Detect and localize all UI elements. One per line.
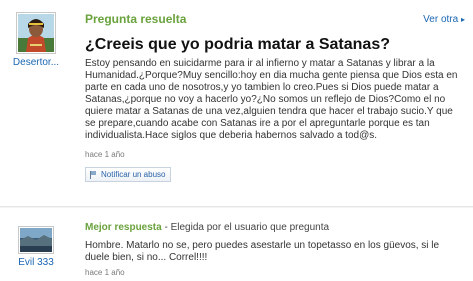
best-answer-label: Mejor respuesta [85, 222, 162, 233]
answerer-avatar[interactable] [18, 226, 54, 254]
flag-icon [90, 170, 97, 179]
asker-avatar-image [18, 14, 54, 52]
see-other-questions-link[interactable]: Ver otra ▸ [423, 14, 465, 25]
question-title: ¿Creeis que yo podria matar a Satanas? [85, 36, 390, 53]
answerer-name-link[interactable]: Evil 333 [0, 257, 72, 268]
chosen-by-asker-note: - Elegida por el usuario que pregunta [164, 222, 330, 233]
asker-avatar-block: Desertor... [0, 12, 72, 68]
report-abuse-label: Notificar un abuso [101, 170, 166, 179]
asker-avatar[interactable] [16, 12, 56, 54]
answerer-avatar-block: Evil 333 [0, 226, 72, 268]
report-abuse-button[interactable]: Notificar un abuso [85, 167, 171, 182]
best-answer-header: Mejor respuesta - Elegida por el usuario… [85, 222, 329, 233]
chevron-right-icon: ▸ [460, 15, 465, 24]
best-answer-timestamp: hace 1 año [85, 268, 125, 277]
question-body: Estoy pensando en suicidarme para ir al … [85, 58, 458, 141]
question-status: Pregunta resuelta [85, 12, 187, 26]
asker-name-link[interactable]: Desertor... [0, 57, 72, 68]
answerer-avatar-image [20, 228, 52, 252]
section-divider [0, 206, 473, 208]
see-other-questions-label: Ver otra [423, 14, 459, 25]
best-answer-body: Hombre. Matarlo no se, pero puedes asest… [85, 240, 440, 263]
question-timestamp: hace 1 año [85, 150, 125, 159]
question-header: Pregunta resuelta Ver otra ▸ [85, 12, 465, 32]
